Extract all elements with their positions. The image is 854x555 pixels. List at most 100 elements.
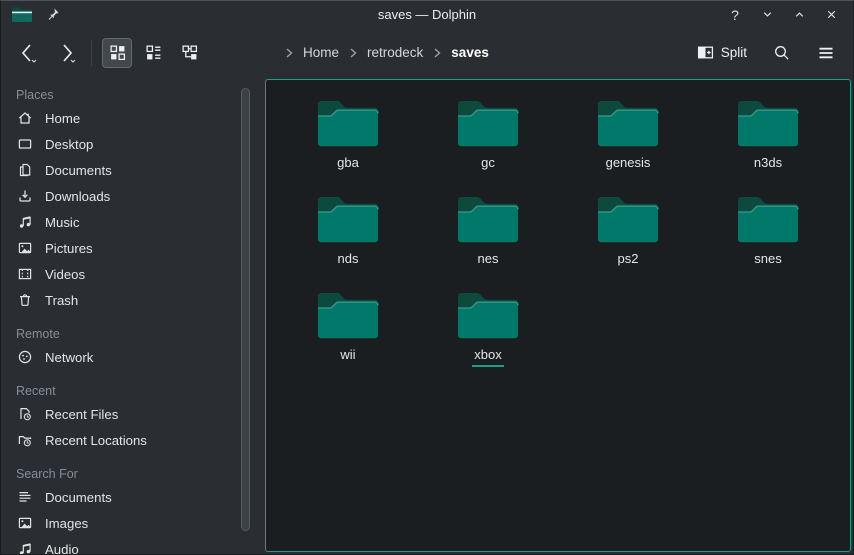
folder-label: gc — [479, 156, 497, 175]
sidebar-item-home[interactable]: Home — [1, 105, 239, 131]
folder-icon — [596, 192, 660, 244]
sidebar-item-videos[interactable]: Videos — [1, 261, 239, 287]
folder-view[interactable]: gba gc genesis n3ds nds — [265, 79, 851, 552]
folder-item-nes[interactable]: nes — [418, 192, 558, 288]
app-folder-icon — [11, 5, 33, 24]
image-icon — [17, 515, 33, 531]
sidebar-scrollbar — [241, 77, 251, 554]
section-title-remote: Remote — [1, 324, 239, 344]
folder-icon — [736, 192, 800, 244]
folder-item-xbox[interactable]: xbox — [418, 288, 558, 384]
sidebar-item-search-documents[interactable]: Documents — [1, 484, 239, 510]
folder-item-genesis[interactable]: genesis — [558, 96, 698, 192]
titlebar[interactable]: saves — Dolphin ? — [1, 1, 853, 28]
minimize-button[interactable] — [755, 4, 779, 26]
icons-view-button[interactable] — [102, 38, 132, 68]
folder-item-snes[interactable]: snes — [698, 192, 838, 288]
back-button[interactable] — [13, 38, 43, 68]
sidebar-item-search-images[interactable]: Images — [1, 510, 239, 536]
sidebar-item-documents[interactable]: Documents — [1, 157, 239, 183]
forward-button[interactable] — [51, 38, 81, 68]
toolbar: Home retrodeck saves Split — [1, 28, 853, 77]
sidebar-item-label: Documents — [45, 490, 112, 505]
folder-label: wii — [338, 348, 357, 367]
folder-item-gc[interactable]: gc — [418, 96, 558, 192]
folder-label: gba — [335, 156, 361, 175]
search-icon — [773, 44, 791, 62]
dolphin-window: saves — Dolphin ? — [0, 0, 854, 555]
sidebar-item-music[interactable]: Music — [1, 209, 239, 235]
folder-icon — [736, 96, 800, 148]
sidebar-item-downloads[interactable]: Downloads — [1, 183, 239, 209]
folder-item-wii[interactable]: wii — [278, 288, 418, 384]
hamburger-icon — [817, 44, 835, 62]
folder-label: xbox — [472, 348, 503, 367]
folder-label: n3ds — [752, 156, 784, 175]
sidebar-item-label: Recent Locations — [45, 433, 147, 448]
sidebar-item-label: Recent Files — [45, 407, 118, 422]
search-button[interactable] — [767, 38, 797, 68]
breadcrumb-retrodeck[interactable]: retrodeck — [360, 42, 430, 63]
folder-label: ps2 — [616, 252, 641, 271]
split-icon — [697, 44, 714, 61]
sidebar-item-label: Audio — [45, 542, 79, 555]
help-button[interactable]: ? — [723, 4, 747, 26]
section-title-search-for: Search For — [1, 464, 239, 484]
folder-item-ps2[interactable]: ps2 — [558, 192, 698, 288]
sidebar-item-label: Images — [45, 516, 88, 531]
sidebar-item-label: Home — [45, 111, 80, 126]
recent-files-icon — [17, 406, 33, 422]
breadcrumb-saves[interactable]: saves — [444, 42, 496, 63]
section-title-places: Places — [1, 85, 239, 105]
sidebar-item-trash[interactable]: Trash — [1, 287, 239, 313]
section-title-recent: Recent — [1, 381, 239, 401]
chevron-right-icon — [346, 47, 360, 59]
desktop-icon — [17, 136, 33, 152]
folder-icon — [456, 96, 520, 148]
folder-icon — [316, 288, 380, 340]
folder-item-n3ds[interactable]: n3ds — [698, 96, 838, 192]
sidebar-item-label: Videos — [45, 267, 85, 282]
split-label: Split — [721, 45, 747, 60]
sidebar-item-label: Desktop — [45, 137, 93, 152]
sidebar-item-recent-locations[interactable]: Recent Locations — [1, 427, 239, 453]
sidebar-item-recent-files[interactable]: Recent Files — [1, 401, 239, 427]
download-icon — [17, 188, 33, 204]
music-note-icon — [17, 541, 33, 554]
split-button[interactable]: Split — [691, 40, 753, 65]
sidebar-item-search-audio[interactable]: Audio — [1, 536, 239, 554]
music-note-icon — [17, 214, 33, 230]
trash-icon — [17, 292, 33, 308]
folder-label: snes — [752, 252, 783, 271]
sidebar-item-pictures[interactable]: Pictures — [1, 235, 239, 261]
folder-label: nds — [336, 252, 361, 271]
sidebar-item-label: Music — [45, 215, 79, 230]
chevron-right-icon — [430, 47, 444, 59]
sidebar-item-network[interactable]: Network — [1, 344, 239, 370]
sidebar-item-label: Pictures — [45, 241, 93, 256]
sidebar-item-label: Downloads — [45, 189, 110, 204]
details-view-button[interactable] — [138, 38, 168, 68]
pin-icon[interactable] — [45, 7, 60, 22]
maximize-button[interactable] — [787, 4, 811, 26]
close-button[interactable] — [819, 4, 843, 26]
folder-label: genesis — [604, 156, 653, 175]
folder-icon — [456, 192, 520, 244]
chevron-right-icon — [282, 47, 296, 59]
folder-label: nes — [476, 252, 501, 271]
places-panel: Places Home Desktop — [1, 77, 239, 554]
menu-button[interactable] — [811, 38, 841, 68]
document-icon — [17, 162, 33, 178]
sidebar-item-desktop[interactable]: Desktop — [1, 131, 239, 157]
folder-icon — [456, 288, 520, 340]
sidebar-item-label: Trash — [45, 293, 78, 308]
breadcrumb-home[interactable]: Home — [296, 42, 346, 63]
sidebar-item-label: Documents — [45, 163, 112, 178]
folder-grid: gba gc genesis n3ds nds — [266, 80, 850, 384]
folder-item-nds[interactable]: nds — [278, 192, 418, 288]
tree-view-button[interactable] — [174, 38, 204, 68]
home-icon — [17, 110, 33, 126]
sidebar-item-label: Network — [45, 350, 93, 365]
scrollbar-thumb[interactable] — [241, 88, 250, 531]
folder-item-gba[interactable]: gba — [278, 96, 418, 192]
